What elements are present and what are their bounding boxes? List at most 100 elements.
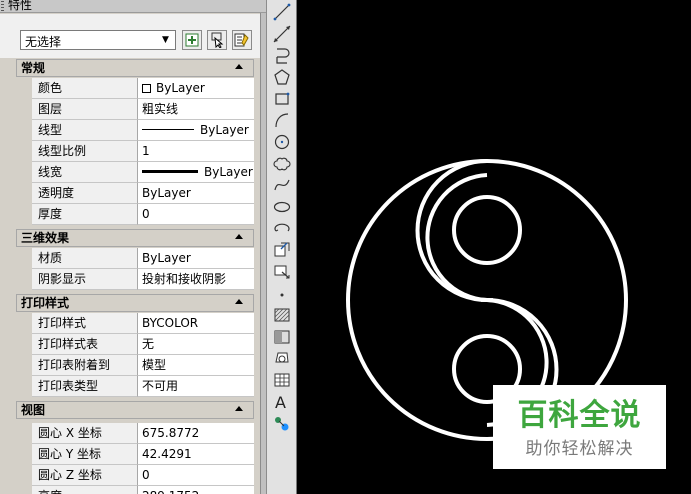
property-value[interactable]: 0 [138, 465, 254, 486]
hatch-icon[interactable] [272, 305, 292, 325]
quick-select-icon [234, 33, 249, 47]
property-name: 阴影显示 [32, 269, 138, 290]
property-row-shadow[interactable]: 阴影显示 投射和接收阴影 [16, 269, 254, 290]
property-value[interactable]: 模型 [138, 355, 254, 376]
collapse-icon[interactable] [235, 64, 243, 69]
property-name: 打印表类型 [32, 376, 138, 397]
polyline-icon[interactable] [272, 46, 292, 66]
insert-block-icon[interactable] [272, 240, 292, 260]
property-value[interactable]: 42.4291 [138, 444, 254, 465]
properties-palette: 特性 无选择 ▼ 常规 颜色 ByLayer 图层 粗实线 线型 ByLayer… [0, 0, 266, 494]
revision-cloud-icon[interactable] [272, 154, 292, 174]
linetype-sample-icon [142, 129, 194, 130]
property-value[interactable]: 无 [138, 334, 254, 355]
property-value[interactable]: 不可用 [138, 376, 254, 397]
object-type-select-value: 无选择 [25, 35, 62, 49]
property-value[interactable]: ByLayer [138, 248, 254, 269]
property-name: 材质 [32, 248, 138, 269]
table-icon[interactable] [272, 370, 292, 390]
property-row-center-z[interactable]: 圆心 Z 坐标 0 [16, 465, 254, 486]
property-row-center-y[interactable]: 圆心 Y 坐标 42.4291 [16, 444, 254, 465]
property-name: 打印表附着到 [32, 355, 138, 376]
collapse-icon[interactable] [235, 406, 243, 411]
spline-icon[interactable] [272, 175, 292, 195]
make-block-icon[interactable] [272, 262, 292, 282]
property-value[interactable]: 0 [138, 204, 254, 225]
property-row-layer[interactable]: 图层 粗实线 [16, 99, 254, 120]
quick-select-button[interactable] [232, 30, 252, 50]
rectangle-icon[interactable] [272, 89, 292, 109]
watermark-logo: 百科全说 助你轻松解决 [493, 385, 666, 469]
property-name: 线型比例 [32, 141, 138, 162]
property-value[interactable]: 投射和接收阴影 [138, 269, 254, 290]
palette-title: 特性 [8, 0, 33, 12]
multiline-text-icon[interactable]: A [272, 392, 292, 412]
ellipse-arc-icon[interactable] [272, 219, 292, 239]
watermark-subtitle: 助你轻松解决 [525, 439, 634, 459]
property-value[interactable]: 粗实线 [138, 99, 254, 120]
property-name: 厚度 [32, 204, 138, 225]
select-objects-button[interactable] [207, 30, 227, 50]
point-icon[interactable] [272, 284, 292, 304]
property-value-color[interactable]: ByLayer [138, 78, 254, 99]
property-name: 圆心 X 坐标 [32, 423, 138, 444]
property-row-plot-table-type[interactable]: 打印表类型 不可用 [16, 376, 254, 397]
property-row-color[interactable]: 颜色 ByLayer [16, 78, 254, 99]
property-name: 透明度 [32, 183, 138, 204]
section-general[interactable]: 常规 [16, 59, 254, 77]
property-name: 颜色 [32, 78, 138, 99]
property-value-lineweight[interactable]: ByLayer [138, 162, 254, 183]
section-3d-label: 三维效果 [21, 231, 70, 245]
property-name: 打印样式 [32, 313, 138, 334]
property-row-linetype[interactable]: 线型 ByLayer [16, 120, 254, 141]
property-value[interactable]: 289.1752 [138, 486, 254, 494]
color-swatch-icon [142, 84, 151, 93]
region-icon[interactable] [272, 348, 292, 368]
add-selected-icon[interactable] [272, 413, 292, 433]
collapse-icon[interactable] [235, 299, 243, 304]
property-name: 圆心 Y 坐标 [32, 444, 138, 465]
property-row-plot-table-attached[interactable]: 打印表附着到 模型 [16, 355, 254, 376]
property-value-linetype[interactable]: ByLayer [138, 120, 254, 141]
circle-icon[interactable] [272, 132, 292, 152]
watermark-title: 百科全说 [517, 398, 642, 433]
construction-line-icon[interactable] [272, 24, 292, 44]
line-icon[interactable] [272, 2, 292, 22]
property-row-lineweight[interactable]: 线宽 ByLayer [16, 162, 254, 183]
property-row-transparency[interactable]: 透明度 ByLayer [16, 183, 254, 204]
gradient-icon[interactable] [272, 327, 292, 347]
section-view-label: 视图 [21, 403, 46, 417]
lineweight-sample-icon [142, 170, 198, 173]
object-type-select[interactable]: 无选择 ▼ [20, 30, 176, 50]
property-row-material[interactable]: 材质 ByLayer [16, 248, 254, 269]
property-row-plot-style-table[interactable]: 打印样式表 无 [16, 334, 254, 355]
collapse-icon[interactable] [235, 234, 243, 239]
property-row-linetype-scale[interactable]: 线型比例 1 [16, 141, 254, 162]
property-row-plot-style[interactable]: 打印样式 BYCOLOR [16, 313, 254, 334]
section-general-label: 常规 [21, 61, 46, 75]
property-name: 打印样式表 [32, 334, 138, 355]
arc-icon[interactable] [272, 110, 292, 130]
pickadd-icon [185, 33, 199, 47]
property-value[interactable]: ByLayer [138, 183, 254, 204]
property-row-thickness[interactable]: 厚度 0 [16, 204, 254, 225]
palette-titlebar[interactable]: 特性 [0, 0, 266, 13]
polygon-icon[interactable] [272, 67, 292, 87]
property-name: 图层 [32, 99, 138, 120]
section-3d-effects[interactable]: 三维效果 [16, 229, 254, 247]
svg-text:A: A [275, 393, 286, 412]
property-value[interactable]: 1 [138, 141, 254, 162]
chevron-down-icon[interactable]: ▼ [159, 34, 172, 46]
property-value[interactable]: BYCOLOR [138, 313, 254, 334]
ellipse-icon[interactable] [272, 197, 292, 217]
selection-bar: 无选择 ▼ [0, 14, 260, 58]
property-name: 线宽 [32, 162, 138, 183]
property-row-height[interactable]: 高度 289.1752 [16, 486, 254, 494]
property-row-center-x[interactable]: 圆心 X 坐标 675.8772 [16, 423, 254, 444]
drag-grip-icon[interactable] [1, 1, 4, 11]
toggle-pickadd-button[interactable] [182, 30, 202, 50]
section-view[interactable]: 视图 [16, 401, 254, 419]
property-value[interactable]: 675.8772 [138, 423, 254, 444]
select-objects-icon [211, 32, 224, 48]
section-plot-style[interactable]: 打印样式 [16, 294, 254, 312]
